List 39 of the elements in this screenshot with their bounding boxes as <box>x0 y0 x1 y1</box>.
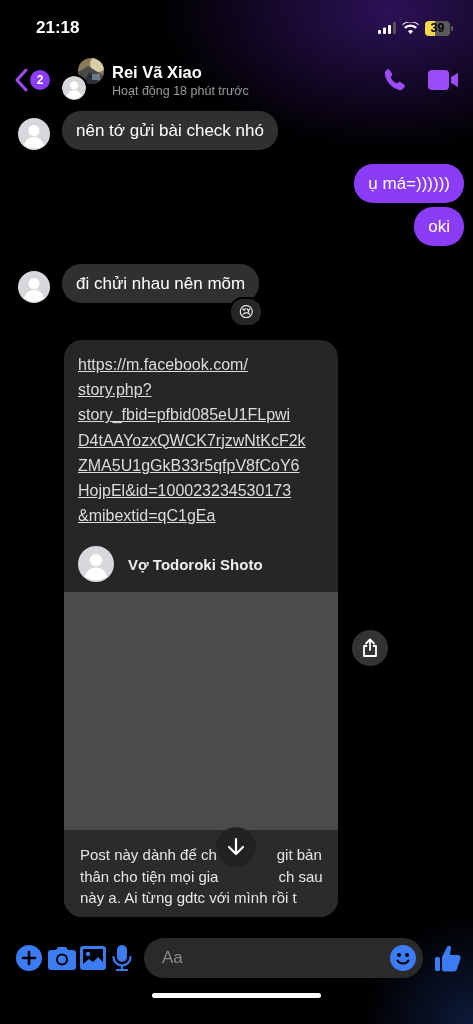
avatar-icon <box>18 271 50 303</box>
message-bubble: nên tớ gửi bài check nhó <box>62 111 278 150</box>
phone-icon <box>382 68 406 92</box>
link-card[interactable] <box>64 340 338 917</box>
link[interactable]: https://m.facebook.com/ story.php? story_fbid=pfbid085eU1FLpwi D4tAAYozxQWCK7rjzwNtKcF2k ZMA5U1gGkB33r5qfpV8fCoY6 HojpEl&id=100023234530173 &mibextid=qC1gEa <box>78 352 324 529</box>
call-button[interactable] <box>382 68 406 92</box>
active-status: Hoạt động 18 phút trước <box>112 83 250 98</box>
contact-name[interactable]: Rei Vã Xiao <box>112 62 360 82</box>
camera-icon <box>48 946 76 970</box>
thumbs-up-icon <box>435 944 461 972</box>
message-bubble: đi chửi nhau nên mõm <box>62 264 260 303</box>
microphone-icon <box>112 945 132 971</box>
message-bubble: oki <box>414 207 464 246</box>
post-text: Post này dành để ch <box>80 845 217 866</box>
share-button[interactable] <box>352 630 388 667</box>
emoji-icon[interactable] <box>390 945 416 971</box>
like-button[interactable] <box>435 944 461 972</box>
message-bubble: ụ má=)))))) <box>354 164 464 203</box>
post-text: thân cho tiện mọi gia <box>80 866 219 887</box>
down-arrow-icon <box>227 836 245 857</box>
back-icon <box>14 68 28 92</box>
video-camera-icon <box>428 70 459 90</box>
back-button[interactable]: 2 <box>14 68 50 92</box>
avatar-icon <box>62 76 86 100</box>
reaction-emoji: 😢 <box>229 297 264 327</box>
message-field[interactable]: Aa <box>144 938 423 978</box>
post-text: git bản <box>276 845 322 866</box>
avatar-icon <box>18 118 50 150</box>
video-call-button[interactable] <box>428 70 459 90</box>
post-text: này a. Ai từng gdtc với mình rồi t <box>80 888 297 909</box>
signal-icon <box>378 22 396 34</box>
wifi-icon <box>402 22 419 34</box>
author-avatar-icon <box>78 546 114 583</box>
author-name: Vợ Todoroki Shoto <box>128 555 263 573</box>
clock: 21:18 <box>36 18 80 38</box>
post-text: ch sau <box>278 866 323 887</box>
share-icon <box>361 638 379 659</box>
image-icon <box>80 946 106 970</box>
plus-icon <box>16 945 42 971</box>
